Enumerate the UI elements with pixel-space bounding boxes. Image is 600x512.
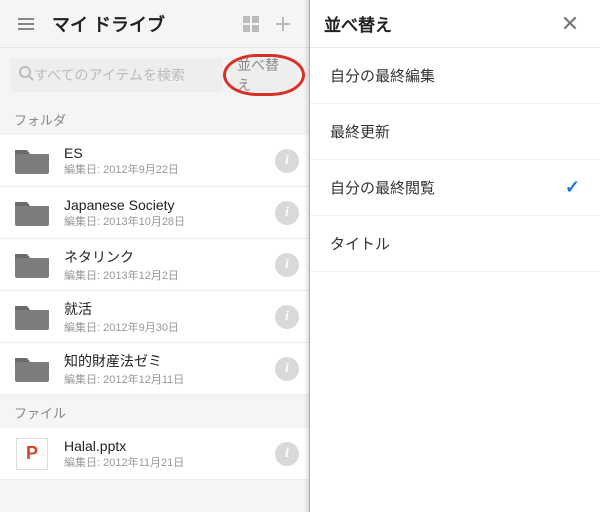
sort-option[interactable]: 自分の最終閲覧✓ (310, 160, 600, 216)
row-texts: ES編集日: 2012年9月22日 (64, 145, 275, 177)
search-icon (18, 65, 34, 86)
info-icon[interactable]: i (275, 442, 299, 466)
row-texts: ネタリンク編集日: 2013年12月2日 (64, 247, 275, 283)
sort-button-label: 並べ替え (237, 55, 291, 95)
info-icon[interactable]: i (275, 305, 299, 329)
folder-row[interactable]: 知的財産法ゼミ編集日: 2012年12月11日i (0, 343, 309, 395)
sort-option-label: 最終更新 (330, 121, 580, 142)
row-title: Japanese Society (64, 197, 275, 213)
row-texts: 知的財産法ゼミ編集日: 2012年12月11日 (64, 351, 275, 387)
page-title: マイ ドライブ (42, 11, 235, 37)
row-title: 就活 (64, 299, 275, 319)
row-title: ネタリンク (64, 247, 275, 267)
row-title: ES (64, 145, 275, 161)
sort-panel: 並べ替え ✕ 自分の最終編集最終更新自分の最終閲覧✓ タイトル (310, 0, 600, 512)
sort-option-label: 自分の最終閲覧 (330, 177, 565, 198)
sort-option[interactable]: 最終更新 (310, 104, 600, 160)
folder-row[interactable]: 就活編集日: 2012年9月30日i (0, 291, 309, 343)
sort-panel-title: 並べ替え (324, 11, 554, 36)
info-icon[interactable]: i (275, 357, 299, 381)
check-icon: ✓ (565, 177, 580, 198)
row-subtitle: 編集日: 2013年12月2日 (64, 267, 275, 283)
row-subtitle: 編集日: 2013年10月28日 (64, 213, 275, 229)
ppt-icon: P (16, 438, 48, 470)
close-icon[interactable]: ✕ (554, 8, 586, 40)
folder-icon (12, 353, 52, 385)
sort-option-label: タイトル (330, 233, 580, 254)
add-icon[interactable] (267, 8, 299, 40)
search-box[interactable] (10, 58, 223, 92)
folders-list: ES編集日: 2012年9月22日iJapanese Society編集日: 2… (0, 135, 309, 395)
folder-icon (12, 249, 52, 281)
folder-icon (12, 301, 52, 333)
section-folders-label: フォルダ (0, 102, 309, 135)
sort-options-list: 自分の最終編集最終更新自分の最終閲覧✓ タイトル (310, 48, 600, 272)
row-texts: Japanese Society編集日: 2013年10月28日 (64, 197, 275, 229)
main-pane: マイ ドライブ 並べ替え フォルダ ES編集日: 2012年9月22日iJapa… (0, 0, 310, 512)
folder-row[interactable]: Japanese Society編集日: 2013年10月28日i (0, 187, 309, 239)
row-subtitle: 編集日: 2012年12月11日 (64, 371, 275, 387)
folder-icon (12, 197, 52, 229)
row-texts: Halal.pptx編集日: 2012年11月21日 (64, 438, 275, 470)
sort-button[interactable]: 並べ替え (229, 58, 299, 92)
info-icon[interactable]: i (275, 201, 299, 225)
sort-option-label: 自分の最終編集 (330, 65, 580, 86)
folder-icon (12, 145, 52, 177)
row-title: Halal.pptx (64, 438, 275, 454)
file-icon: P (12, 438, 52, 470)
folder-row[interactable]: ネタリンク編集日: 2013年12月2日i (0, 239, 309, 291)
row-subtitle: 編集日: 2012年9月22日 (64, 161, 275, 177)
grid-view-icon[interactable] (235, 8, 267, 40)
sort-option[interactable]: 自分の最終編集 (310, 48, 600, 104)
search-row: 並べ替え (0, 48, 309, 102)
search-input[interactable] (34, 67, 215, 83)
files-list: P Halal.pptx編集日: 2012年11月21日i (0, 428, 309, 480)
main-header: マイ ドライブ (0, 0, 309, 48)
menu-icon[interactable] (10, 8, 42, 40)
sort-panel-header: 並べ替え ✕ (310, 0, 600, 48)
info-icon[interactable]: i (275, 149, 299, 173)
folder-row[interactable]: ES編集日: 2012年9月22日i (0, 135, 309, 187)
row-title: 知的財産法ゼミ (64, 351, 275, 371)
row-subtitle: 編集日: 2012年9月30日 (64, 319, 275, 335)
row-texts: 就活編集日: 2012年9月30日 (64, 299, 275, 335)
row-subtitle: 編集日: 2012年11月21日 (64, 454, 275, 470)
section-files-label: ファイル (0, 395, 309, 428)
file-row[interactable]: P Halal.pptx編集日: 2012年11月21日i (0, 428, 309, 480)
sort-option[interactable]: タイトル (310, 216, 600, 272)
info-icon[interactable]: i (275, 253, 299, 277)
